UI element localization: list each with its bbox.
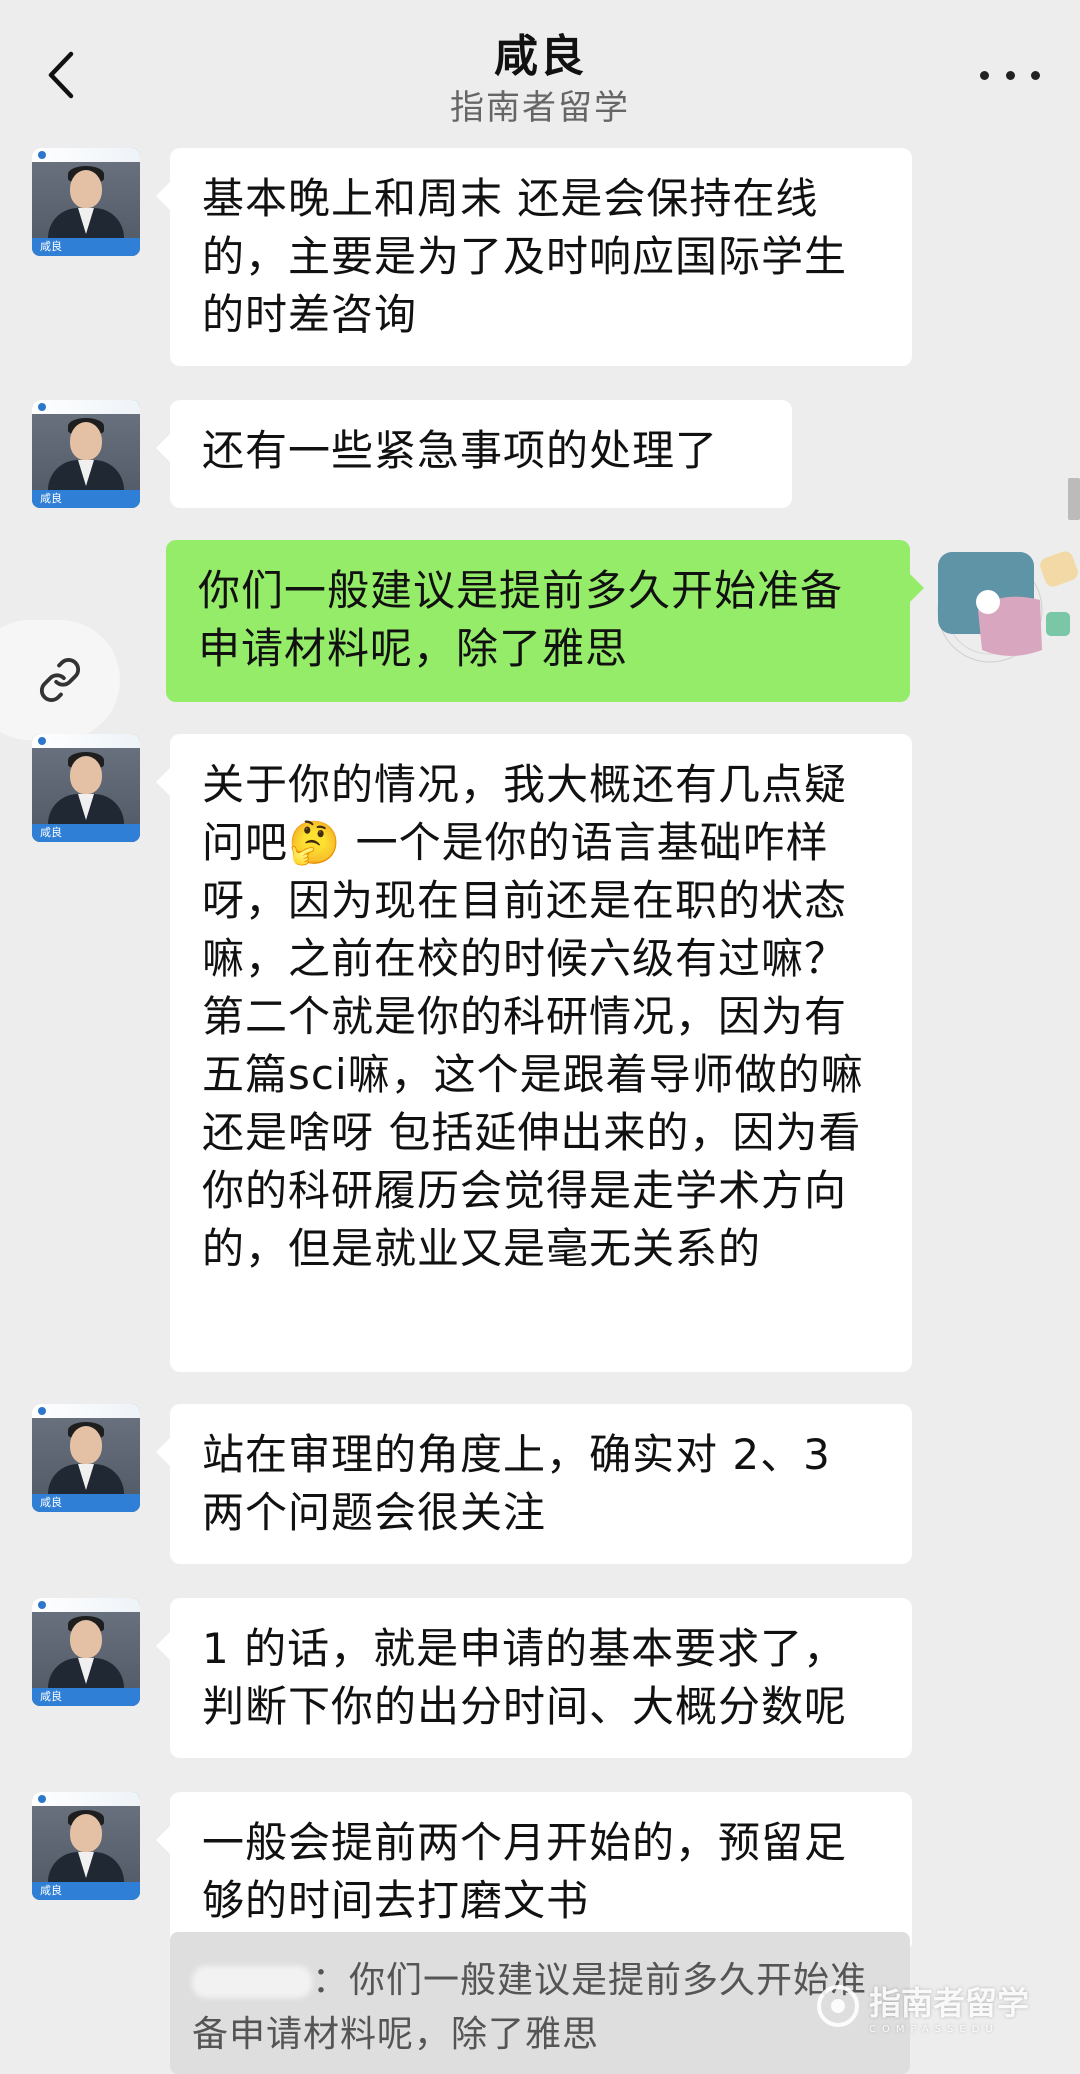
avatar-name-tag: 咸良 — [32, 238, 140, 256]
avatar[interactable]: 咸良 — [32, 148, 140, 256]
message-bubble-incoming[interactable]: 关于你的情况，我大概还有几点疑问吧🤔 一个是你的语言基础咋样呀，因为现在目前还是… — [156, 734, 912, 1372]
avatar[interactable]: 咸良 — [32, 1404, 140, 1512]
link-button[interactable] — [0, 620, 120, 740]
message-bubble-incoming[interactable]: 基本晚上和周末 还是会保持在线的，主要是为了及时响应国际学生的时差咨询 — [156, 148, 912, 366]
blurred-sender-name — [192, 1966, 312, 1998]
chat-title: 咸良 — [494, 31, 586, 82]
message-bubble-incoming[interactable]: 一般会提前两个月开始的，预留足够的时间去打磨文书 — [156, 1792, 912, 1952]
link-icon — [39, 658, 81, 702]
message-bubble-incoming[interactable]: 1 的话，就是申请的基本要求了，判断下你的出分时间、大概分数呢 — [156, 1598, 912, 1758]
message-bubble-incoming[interactable]: 站在审理的角度上，确实对 2、3 两个问题会很关注 — [156, 1404, 912, 1564]
chat-header: 咸良 指南者留学 — [0, 0, 1080, 140]
avatar-name-tag: 咸良 — [32, 1688, 140, 1706]
user-avatar[interactable] — [930, 540, 1080, 670]
chat-screen: 咸良 指南者留学 咸良 基本晚上和周末 还是会保持在线的，主要是为了及时响应国际… — [0, 0, 1080, 2074]
quoted-message[interactable]: ：你们一般建议是提前多久开始准备申请材料呢，除了雅思 — [170, 1932, 910, 2074]
avatar-name-tag: 咸良 — [32, 824, 140, 842]
more-options-button[interactable] — [980, 55, 1040, 95]
avatar[interactable]: 咸良 — [32, 400, 140, 508]
watermark-text: 指南者留学 — [869, 1983, 1030, 2022]
scrollbar-thumb[interactable] — [1068, 478, 1080, 520]
message-bubble-outgoing[interactable]: 你们一般建议是提前多久开始准备申请材料呢，除了雅思 — [166, 540, 924, 702]
watermark-subtext: COMPASSEDU — [869, 2023, 999, 2035]
more-dots-icon — [980, 70, 989, 80]
chat-subtitle: 指南者留学 — [450, 88, 630, 128]
avatar-name-tag: 咸良 — [32, 1882, 140, 1900]
avatar[interactable]: 咸良 — [32, 1598, 140, 1706]
watermark-logo-icon — [817, 1985, 859, 2027]
watermark: 指南者留学 COMPASSEDU — [815, 1976, 1029, 2036]
avatar[interactable]: 咸良 — [32, 1792, 140, 1900]
message-bubble-incoming[interactable]: 还有一些紧急事项的处理了 — [156, 400, 792, 508]
avatar[interactable]: 咸良 — [32, 734, 140, 842]
avatar-name-tag: 咸良 — [32, 1494, 140, 1512]
avatar-name-tag: 咸良 — [32, 490, 140, 508]
